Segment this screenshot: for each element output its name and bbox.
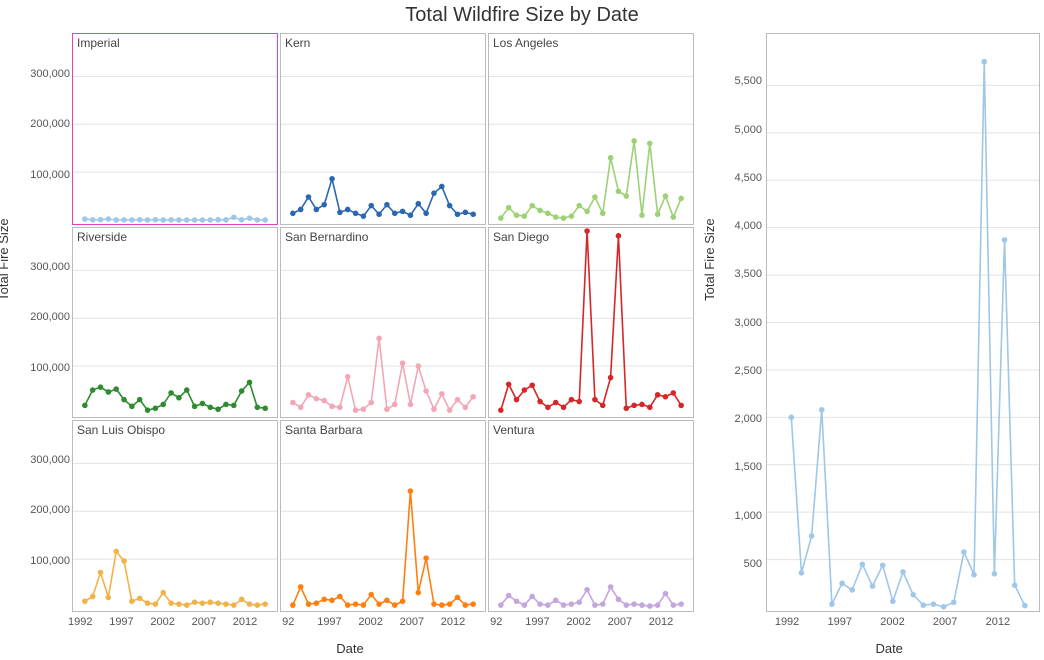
y-tick: 200,000 [30,311,70,323]
panel-plot [73,421,277,611]
detail-panel: Total Fire Size Date 500 1,000 1,500 2,000 2… [700,29,1044,654]
panel-plot [489,228,693,418]
panel-plot [73,228,277,418]
panel-plot [489,34,693,224]
panel-san-diego[interactable]: San Diego [488,227,694,419]
panel-title: San Luis Obispo [77,423,165,437]
x-tick: 2007 [608,616,632,628]
y-ticks-right: 500 1,000 1,500 2,000 2,500 3,000 3,500 4,000 4,… [720,33,764,612]
dashboard-root: Total Wildfire Size by Date Total Fire S… [0,0,1044,660]
panel-san-bernardino[interactable]: San Bernardino [280,227,486,419]
y-axis-label-left: Total Fire Size [0,218,11,300]
y-tick: 300,000 [30,68,70,80]
panel-title: San Diego [493,230,549,244]
x-tick: 1992 [775,616,799,628]
x-ticks-left: 1992199720022007201292199720022007201292… [72,616,694,632]
x-tick: 92 [282,616,294,628]
panel-title: Imperial [77,36,120,50]
y-tick: 1,000 [734,510,762,522]
panel-title: Kern [285,36,310,50]
y-tick: 2,500 [734,365,762,377]
x-tick: 2002 [566,616,590,628]
x-tick: 2012 [986,616,1010,628]
y-tick: 2,000 [734,413,762,425]
x-tick: 1997 [525,616,549,628]
x-axis-label-right: Date [875,641,902,656]
detail-chart[interactable] [766,33,1040,612]
y-tick: 5,500 [734,75,762,87]
y-tick: 1,500 [734,461,762,473]
panel-plot [73,34,277,224]
y-tick: 500 [744,558,762,570]
y-tick: 100,000 [30,362,70,374]
columns: Total Fire Size Date 100,000 200,000 300,0… [0,29,1044,654]
y-tick: 3,500 [734,268,762,280]
y-tick: 200,000 [30,118,70,130]
y-ticks-left: 100,000 200,000 300,000 100,000 200,000 300,0… [24,33,72,612]
panel-santa-barbara[interactable]: Santa Barbara [280,420,486,612]
x-tick: 2002 [150,616,174,628]
y-tick: 3,000 [734,317,762,329]
panel-title: Ventura [493,423,534,437]
panel-plot [281,34,485,224]
panel-imperial[interactable]: Imperial [72,33,278,225]
panel-plot [489,421,693,611]
x-tick: 1997 [317,616,341,628]
x-tick: 1992 [68,616,92,628]
y-tick: 4,500 [734,172,762,184]
y-tick: 300,000 [30,454,70,466]
small-multiples-panel: Total Fire Size Date 100,000 200,000 300,0… [0,29,700,654]
panel-title: Los Angeles [493,36,558,50]
x-tick: 1997 [828,616,852,628]
panel-title: Santa Barbara [285,423,362,437]
y-tick: 5,000 [734,124,762,136]
panel-san-luis-obispo[interactable]: San Luis Obispo [72,420,278,612]
y-tick: 300,000 [30,261,70,273]
panel-los-angeles[interactable]: Los Angeles [488,33,694,225]
x-tick: 2012 [441,616,465,628]
x-tick: 2002 [358,616,382,628]
x-tick: 2007 [933,616,957,628]
page-title: Total Wildfire Size by Date [0,0,1044,29]
x-tick: 1997 [109,616,133,628]
x-tick: 2002 [880,616,904,628]
x-tick: 2007 [192,616,216,628]
panel-title: Riverside [77,230,127,244]
y-tick: 200,000 [30,504,70,516]
panel-plot [281,421,485,611]
x-ticks-right: 1992 1997 2002 2007 2012 [766,616,1040,632]
small-multiples-grid: Imperial Kern Los Angeles Riverside San Bern… [72,33,694,612]
x-tick: 2012 [233,616,257,628]
x-tick: 2012 [649,616,673,628]
y-tick: 100,000 [30,555,70,567]
panel-title: San Bernardino [285,230,368,244]
panel-plot [281,228,485,418]
x-tick: 2007 [400,616,424,628]
y-axis-label-right: Total Fire Size [702,218,717,300]
panel-kern[interactable]: Kern [280,33,486,225]
y-tick: 4,000 [734,220,762,232]
y-tick: 100,000 [30,169,70,181]
x-axis-label-left: Date [336,641,363,656]
panel-ventura[interactable]: Ventura [488,420,694,612]
panel-riverside[interactable]: Riverside [72,227,278,419]
x-tick: 92 [490,616,502,628]
